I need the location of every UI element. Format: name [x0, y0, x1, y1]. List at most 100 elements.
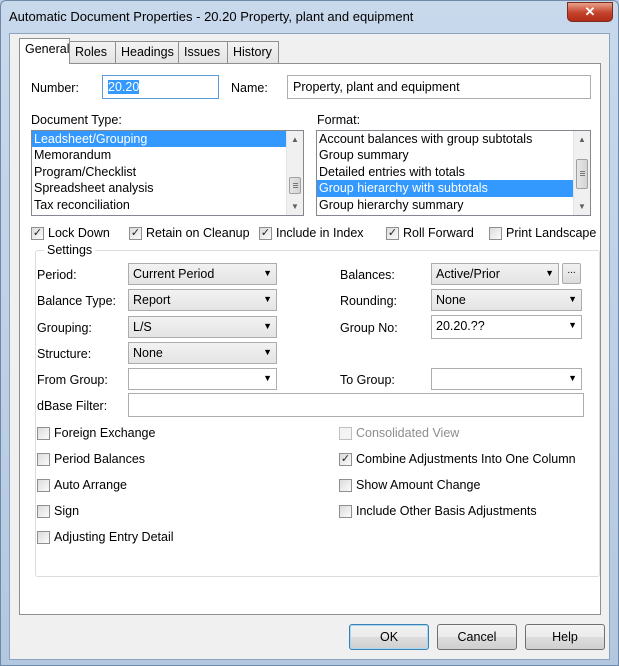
- period-dropdown[interactable]: Current Period ▼: [128, 263, 277, 285]
- checkbox-box[interactable]: ✓: [259, 227, 272, 240]
- checkbox-label: Retain on Cleanup: [146, 226, 250, 240]
- to-group-dropdown[interactable]: ▼: [431, 368, 582, 390]
- structure-dropdown[interactable]: None ▼: [128, 342, 277, 364]
- tab-general[interactable]: General: [19, 38, 70, 64]
- scroll-thumb[interactable]: [576, 159, 588, 189]
- tab-label: Headings: [121, 45, 174, 59]
- group-no-label: Group No:: [340, 321, 398, 335]
- group-no-combobox[interactable]: 20.20.?? ▼: [431, 315, 582, 339]
- document-type-scrollbar[interactable]: ▲ ▼: [286, 131, 303, 215]
- number-value: 20.20: [108, 80, 140, 94]
- checkbox-label: Adjusting Entry Detail: [54, 530, 174, 544]
- ok-button[interactable]: OK: [349, 624, 429, 650]
- list-item[interactable]: Group summary: [317, 147, 590, 163]
- tab-headings[interactable]: Headings: [115, 41, 179, 63]
- checkbox-box[interactable]: ✓: [339, 453, 352, 466]
- checkbox-box[interactable]: [37, 505, 50, 518]
- dropdown-value: None: [436, 293, 466, 307]
- scroll-up-arrow-icon[interactable]: ▲: [574, 131, 590, 148]
- chevron-down-icon: ▼: [568, 320, 577, 330]
- chevron-down-icon: ▼: [263, 373, 272, 383]
- checkbox-label: Lock Down: [48, 226, 110, 240]
- format-list[interactable]: Account balances with group subtotals Gr…: [316, 130, 591, 216]
- name-value: Property, plant and equipment: [293, 80, 460, 94]
- document-type-list[interactable]: Leadsheet/Grouping Memorandum Program/Ch…: [31, 130, 304, 216]
- structure-label: Structure:: [37, 347, 92, 361]
- dropdown-value: Report: [133, 293, 171, 307]
- checkbox-label: Include Other Basis Adjustments: [356, 504, 537, 518]
- list-item[interactable]: Spreadsheet analysis: [32, 180, 303, 196]
- balances-more-button[interactable]: ...: [562, 263, 581, 284]
- checkbox-box[interactable]: [37, 479, 50, 492]
- dbase-filter-input[interactable]: [128, 393, 584, 417]
- list-item[interactable]: Leadsheet/Grouping: [32, 131, 303, 148]
- dropdown-value: L/S: [133, 320, 152, 334]
- chevron-down-icon: ▼: [568, 373, 577, 383]
- checkbox-box[interactable]: [489, 227, 502, 240]
- dialog-client-area: General Roles Headings Issues History Nu…: [9, 33, 610, 660]
- close-icon: ✕: [584, 4, 596, 19]
- balance-type-label: Balance Type:: [37, 294, 116, 308]
- document-type-label: Document Type:: [31, 113, 122, 127]
- checkbox-label: Consolidated View: [356, 426, 460, 440]
- checkbox-label: Roll Forward: [403, 226, 474, 240]
- chevron-down-icon: ▼: [263, 321, 272, 331]
- list-item[interactable]: Group hierarchy with subtotals: [317, 180, 590, 197]
- tab-issues[interactable]: Issues: [178, 41, 228, 63]
- checkbox-box[interactable]: [339, 479, 352, 492]
- chevron-down-icon: ▼: [263, 347, 272, 357]
- dropdown-value: Active/Prior: [436, 267, 500, 281]
- balances-dropdown[interactable]: Active/Prior ▼: [431, 263, 559, 285]
- close-button[interactable]: ✕: [567, 2, 613, 22]
- checkbox-label: Show Amount Change: [356, 478, 481, 492]
- help-button[interactable]: Help: [525, 624, 605, 650]
- number-label: Number:: [31, 81, 79, 95]
- tab-history[interactable]: History: [227, 41, 279, 63]
- checkbox-box[interactable]: ✓: [31, 227, 44, 240]
- list-item[interactable]: Group hierarchy summary: [317, 197, 590, 213]
- settings-legend: Settings: [44, 243, 96, 257]
- checkbox-box[interactable]: ✓: [386, 227, 399, 240]
- dropdown-value: None: [133, 346, 163, 360]
- checkbox-box[interactable]: [37, 427, 50, 440]
- window-title: Automatic Document Properties - 20.20 Pr…: [9, 9, 414, 24]
- checkbox-label: Include in Index: [276, 226, 364, 240]
- chevron-down-icon: ▼: [568, 294, 577, 304]
- scroll-down-arrow-icon[interactable]: ▼: [574, 198, 590, 215]
- format-scrollbar[interactable]: ▲ ▼: [573, 131, 590, 215]
- scroll-thumb[interactable]: [289, 177, 301, 194]
- balances-label: Balances:: [340, 268, 395, 282]
- title-bar[interactable]: Automatic Document Properties - 20.20 Pr…: [1, 1, 618, 33]
- from-group-dropdown[interactable]: ▼: [128, 368, 277, 390]
- dbase-filter-label: dBase Filter:: [37, 399, 108, 413]
- list-item[interactable]: Account balances with group subtotals: [317, 131, 590, 147]
- list-item[interactable]: Program/Checklist: [32, 164, 303, 180]
- checkbox-box[interactable]: [37, 453, 50, 466]
- balance-type-dropdown[interactable]: Report ▼: [128, 289, 277, 311]
- checkbox-label: Sign: [54, 504, 80, 518]
- rounding-dropdown[interactable]: None ▼: [431, 289, 582, 311]
- scroll-down-arrow-icon[interactable]: ▼: [287, 198, 303, 215]
- cancel-button[interactable]: Cancel: [437, 624, 517, 650]
- grouping-label: Grouping:: [37, 321, 92, 335]
- checkbox-box[interactable]: ✓: [129, 227, 142, 240]
- checkbox-label: Auto Arrange: [54, 478, 127, 492]
- name-label: Name:: [231, 81, 268, 95]
- list-item[interactable]: Memorandum: [32, 147, 303, 163]
- tab-label: Roles: [75, 45, 107, 59]
- scroll-up-arrow-icon[interactable]: ▲: [287, 131, 303, 148]
- tab-label: General: [25, 42, 70, 56]
- name-input[interactable]: Property, plant and equipment: [287, 75, 591, 99]
- dropdown-value: 20.20.??: [436, 319, 485, 333]
- list-item[interactable]: Tax reconciliation: [32, 197, 303, 213]
- number-input[interactable]: 20.20: [102, 75, 219, 99]
- checkbox-box[interactable]: [37, 531, 50, 544]
- tab-roles[interactable]: Roles: [69, 41, 116, 63]
- tab-label: History: [233, 45, 272, 59]
- tab-label: Issues: [184, 45, 221, 59]
- list-item[interactable]: Detailed entries with totals: [317, 164, 590, 180]
- checkbox-box[interactable]: [339, 505, 352, 518]
- grouping-dropdown[interactable]: L/S ▼: [128, 316, 277, 338]
- chevron-down-icon: ▼: [545, 268, 554, 278]
- checkbox-label: Period Balances: [54, 452, 146, 466]
